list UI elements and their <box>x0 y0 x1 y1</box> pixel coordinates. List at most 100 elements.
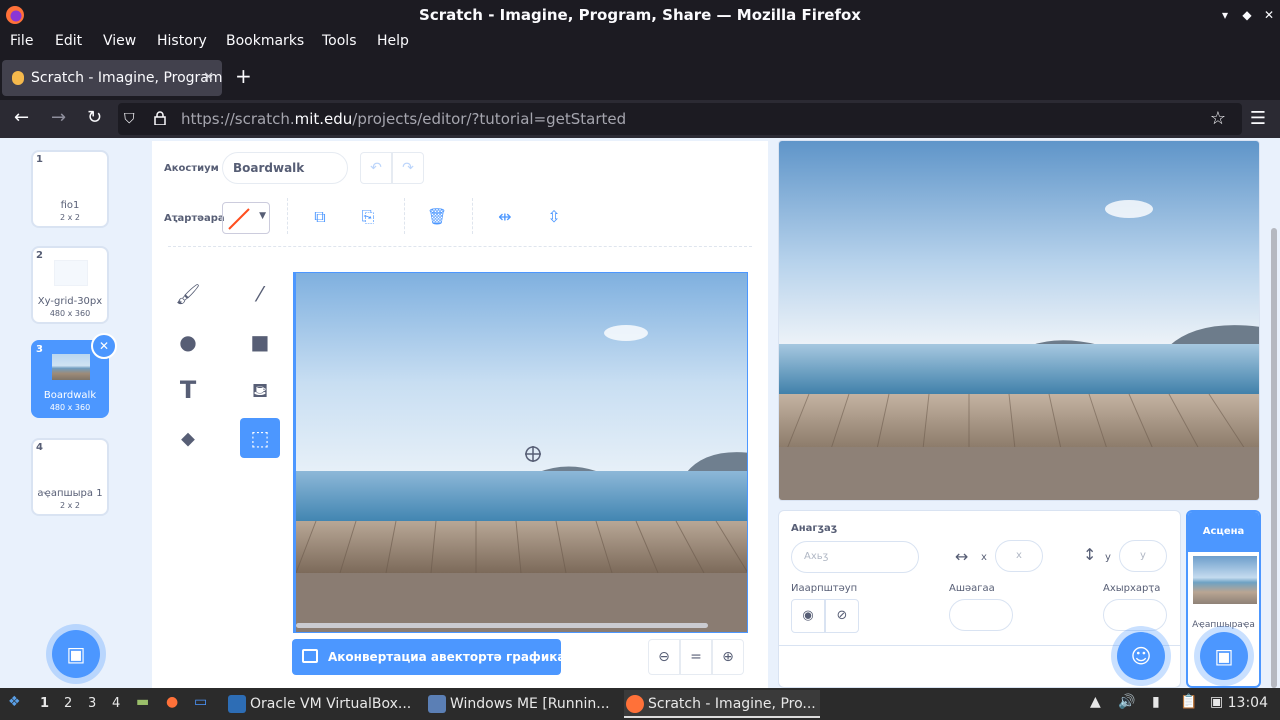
convert-to-vector-button[interactable]: Аконвертациа авектортә графика ахь <box>292 639 593 675</box>
y-input[interactable]: y <box>1119 540 1167 572</box>
page-scrollbar[interactable] <box>1268 138 1280 688</box>
costume-size: 2 x 2 <box>60 501 80 510</box>
show-label: Иаарпштәуп <box>791 583 858 594</box>
rectangle-tool-icon[interactable]: ■ <box>240 322 280 362</box>
costume-item[interactable]: 4 аҿапшыра 1 2 x 2 <box>31 438 109 516</box>
task-windows-me[interactable]: Windows ME [Runnin... <box>426 690 616 718</box>
add-costume-icon[interactable]: ▣ <box>52 630 100 678</box>
redo-icon[interactable]: ↷ <box>392 152 424 184</box>
zoom-out-icon[interactable]: ⊖ <box>648 639 680 675</box>
outline-swatch-icon <box>228 208 250 230</box>
url-bar[interactable]: ⛉ https://scratch.mit.edu/projects/edito… <box>118 103 1242 135</box>
restore-icon[interactable]: ◆ <box>1236 0 1258 30</box>
direction-input[interactable] <box>1103 599 1167 631</box>
flip-vertical-icon[interactable]: ⇳ <box>541 204 567 230</box>
os-taskbar: ❖ 1 2 3 4 ▬ ● ▭ Oracle VM VirtualBox... … <box>0 688 1280 720</box>
choose-sprite-icon[interactable]: ☺ <box>1117 632 1165 680</box>
circle-tool-icon[interactable]: ● <box>168 322 208 362</box>
horizontal-arrows-icon: ↔ <box>955 547 969 566</box>
tracking-shield-icon[interactable]: ⛉ <box>124 103 135 135</box>
divider <box>287 198 288 234</box>
backdrops-label: Аҿапшыраҿа <box>1192 620 1255 630</box>
firefox-launcher-icon[interactable]: ● <box>166 694 178 710</box>
paint-canvas[interactable] <box>293 272 748 633</box>
sprite-name-input[interactable]: Ахьӡ <box>791 541 919 573</box>
eraser-tool-icon[interactable]: ⬥ <box>168 418 208 458</box>
minimize-icon[interactable]: ▾ <box>1214 0 1236 30</box>
costume-size: 480 x 360 <box>49 403 91 412</box>
hamburger-menu-icon[interactable]: ☰ <box>1250 108 1266 129</box>
tab-scratch[interactable]: Scratch - Imagine, Program, Share ✕ <box>2 60 222 96</box>
reload-icon[interactable]: ↻ <box>87 108 102 128</box>
menu-view[interactable]: View <box>103 33 136 49</box>
stage-canvas[interactable] <box>778 140 1260 501</box>
scrollbar-thumb[interactable] <box>1271 228 1277 688</box>
outline-label: Аҭартәара <box>164 213 225 224</box>
paste-icon[interactable]: ⎘ <box>355 204 381 230</box>
text-tool-icon[interactable]: T <box>168 370 208 410</box>
tab-title: Scratch - Imagine, Program, Share <box>31 70 222 86</box>
zoom-in-icon[interactable]: ⊕ <box>712 639 744 675</box>
clock: 13:04 <box>1227 695 1268 711</box>
volume-icon[interactable]: 🔊 <box>1118 694 1135 710</box>
costume-thumbnail <box>52 354 90 380</box>
flip-horizontal-icon[interactable]: ⇹ <box>492 204 518 230</box>
bookmark-star-icon[interactable]: ☆ <box>1210 103 1226 135</box>
undo-icon[interactable]: ↶ <box>360 152 392 184</box>
backdrop-thumbnail <box>1193 556 1257 604</box>
choose-backdrop-icon[interactable]: ▣ <box>1200 632 1248 680</box>
show-sprite-eye-icon[interactable]: ◉ <box>791 599 825 633</box>
menu-tools[interactable]: Tools <box>322 33 357 49</box>
menu-history[interactable]: History <box>157 33 207 49</box>
workspace-1[interactable]: 1 <box>40 696 49 711</box>
size-label: Ашәагаа <box>949 583 995 594</box>
menu-edit[interactable]: Edit <box>55 33 82 49</box>
tray-up-icon[interactable]: ▲ <box>1090 694 1101 710</box>
paint-editor: Акостиум Boardwalk ↶ ↷ Аҭартәара ▼ ⧉ ⎘ 🗑… <box>152 141 768 688</box>
delete-icon[interactable]: 🗑 <box>424 204 450 230</box>
workspace-3[interactable]: 3 <box>88 696 96 711</box>
close-window-icon[interactable]: ✕ <box>1258 0 1280 30</box>
stage-header: Асцена <box>1188 512 1259 552</box>
menu-bookmarks[interactable]: Bookmarks <box>226 33 304 49</box>
close-tab-icon[interactable]: ✕ <box>203 60 214 96</box>
divider <box>472 198 473 234</box>
back-icon[interactable]: ← <box>14 108 29 128</box>
y-label: y <box>1105 552 1111 563</box>
hide-sprite-eye-icon[interactable]: ⊘ <box>825 599 859 633</box>
vertical-arrows-icon: ↕ <box>1083 545 1097 564</box>
select-tool-icon[interactable]: ⬚ <box>240 418 280 458</box>
copy-icon[interactable]: ⧉ <box>307 204 333 230</box>
costume-list: 1 fio1 2 x 2 2 Xy-grid-30px 480 x 360 3 … <box>0 138 140 688</box>
costume-name-input[interactable]: Boardwalk <box>222 152 348 184</box>
costume-item[interactable]: 2 Xy-grid-30px 480 x 360 <box>31 246 109 324</box>
line-tool-icon[interactable]: ⁄ <box>240 274 280 314</box>
costume-size: 480 x 360 <box>49 309 91 318</box>
terminal-icon[interactable]: ▭ <box>194 694 207 710</box>
menu-file[interactable]: File <box>10 33 33 49</box>
task-scratch-firefox[interactable]: Scratch - Imagine, Pro... <box>624 690 820 718</box>
workspace-4[interactable]: 4 <box>112 696 120 711</box>
start-menu-icon[interactable]: ❖ <box>8 694 21 710</box>
stage-backdrop-image <box>779 141 1259 500</box>
file-manager-icon[interactable]: ▬ <box>136 694 149 710</box>
brush-tool-icon[interactable]: 🖌 <box>168 274 208 314</box>
url-text[interactable]: https://scratch.mit.edu/projects/editor/… <box>181 103 626 135</box>
clipboard-icon[interactable]: 📋 <box>1180 694 1197 710</box>
new-tab-icon[interactable]: + <box>235 64 252 88</box>
costume-item[interactable]: 1 fio1 2 x 2 <box>31 150 109 228</box>
menu-help[interactable]: Help <box>377 33 409 49</box>
forward-icon[interactable]: → <box>51 108 66 128</box>
network-icon[interactable]: ▣ <box>1210 694 1223 710</box>
x-label: x <box>981 552 987 563</box>
x-input[interactable]: x <box>995 540 1043 572</box>
workspace-2[interactable]: 2 <box>64 696 72 711</box>
task-virtualbox[interactable]: Oracle VM VirtualBox... <box>226 690 416 718</box>
size-input[interactable] <box>949 599 1013 631</box>
lock-icon[interactable] <box>154 111 166 125</box>
outline-color-picker[interactable]: ▼ <box>222 202 270 234</box>
zoom-reset-button[interactable]: = <box>680 639 712 675</box>
delete-costume-icon[interactable]: ✕ <box>91 333 117 359</box>
fill-tool-icon[interactable]: ⛾ <box>240 370 280 410</box>
battery-icon[interactable]: ▮ <box>1152 694 1160 710</box>
